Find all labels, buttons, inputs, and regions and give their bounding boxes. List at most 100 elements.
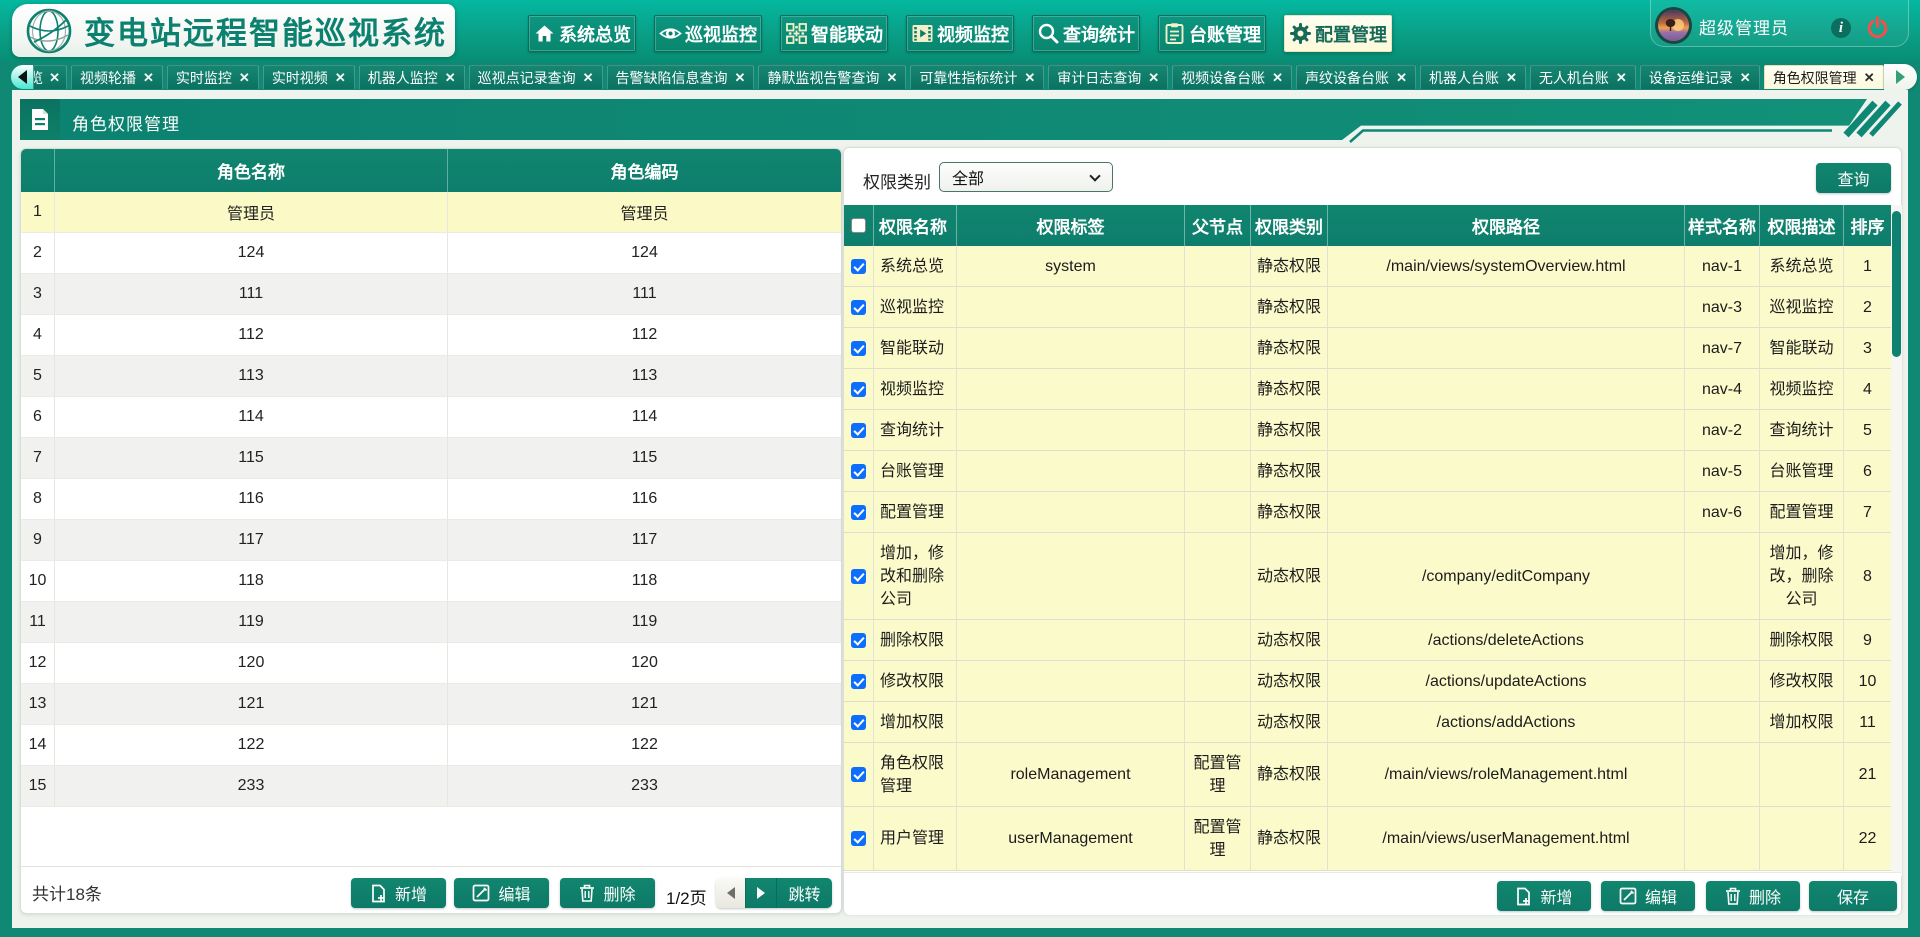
permission-row[interactable]: 角色权限管理 roleManagement 配置管理 静态权限 /main/vi… [844,743,1891,807]
row-checkbox[interactable] [851,259,866,274]
tab-close-icon[interactable]: ✕ [735,71,746,84]
row-checkbox[interactable] [851,767,866,782]
permission-row[interactable]: 智能联动 静态权限 nav-7 智能联动 3 [844,328,1891,369]
role-delete-button[interactable]: 删除 [560,878,655,908]
tab[interactable]: 机器人台账 ✕ [1420,65,1526,89]
tab[interactable]: 实时监控 ✕ [167,65,259,89]
tab[interactable]: 实时视频 ✕ [263,65,355,89]
pager-next-button[interactable] [746,878,777,908]
permission-row[interactable]: 增加权限 动态权限 /actions/addActions 增加权限 11 [844,702,1891,743]
nav-button[interactable]: 系统总览 [528,15,636,52]
row-checkbox[interactable] [851,715,866,730]
role-row[interactable]: 4 112 112 [21,315,841,356]
permission-row[interactable]: 台账管理 静态权限 nav-5 台账管理 6 [844,451,1891,492]
permission-row[interactable]: 修改权限 动态权限 /actions/updateActions 修改权限 10 [844,661,1891,702]
nav-button[interactable]: 台账管理 [1158,15,1266,52]
save-button[interactable]: 保存 [1809,881,1897,911]
search-button[interactable]: 查询 [1816,163,1891,193]
permission-type-select[interactable]: 全部 [939,162,1113,192]
tab[interactable]: 视频设备台账 ✕ [1172,65,1292,89]
tab-close-icon[interactable]: ✕ [445,71,456,84]
row-checkbox[interactable] [851,569,866,584]
role-edit-button[interactable]: 编辑 [454,878,549,908]
tab-close-icon[interactable]: ✕ [1148,71,1159,84]
tab-close-icon[interactable]: ✕ [583,71,594,84]
tab-close-icon[interactable]: ✕ [1272,71,1283,84]
tab-scroll-left-button[interactable] [11,65,33,89]
tab-close-icon[interactable]: ✕ [143,71,154,84]
role-row[interactable]: 7 115 115 [21,438,841,479]
row-checkbox[interactable] [851,505,866,520]
power-icon[interactable] [1866,16,1889,39]
tab-close-icon[interactable]: ✕ [49,71,60,84]
permission-row[interactable]: 查询统计 静态权限 nav-2 查询统计 5 [844,410,1891,451]
tab-scroll-right-button[interactable] [1884,64,1917,90]
permission-row[interactable]: 配置管理 静态权限 nav-6 配置管理 7 [844,492,1891,533]
permission-row[interactable]: 删除权限 动态权限 /actions/deleteActions 删除权限 9 [844,620,1891,661]
row-checkbox[interactable] [851,464,866,479]
tab[interactable]: 巡视点记录查询 ✕ [469,65,603,89]
row-checkbox[interactable] [851,831,866,846]
pager-prev-button[interactable] [716,878,746,908]
nav-button[interactable]: 配置管理 [1284,15,1392,52]
perm-delete-button[interactable]: 删除 [1706,881,1800,911]
tab[interactable]: 审计日志查询 ✕ [1048,65,1168,89]
tab-close-icon[interactable]: ✕ [886,71,897,84]
role-row[interactable]: 12 120 120 [21,643,841,684]
tab[interactable]: 览 ✕ [33,65,67,89]
tab[interactable]: 可靠性指标统计 ✕ [910,65,1044,89]
row-checkbox[interactable] [851,633,866,648]
nav-button[interactable]: 智能联动 [780,15,888,52]
row-checkbox[interactable] [851,423,866,438]
nav-button[interactable]: 巡视监控 [654,15,762,52]
role-row[interactable]: 11 119 119 [21,602,841,643]
role-row[interactable]: 1 管理员 管理员 [21,192,841,233]
role-row[interactable]: 3 111 111 [21,274,841,315]
tab-close-icon[interactable]: ✕ [1864,71,1875,84]
tab-close-icon[interactable]: ✕ [1616,71,1627,84]
role-row[interactable]: 9 117 117 [21,520,841,561]
permission-row[interactable]: 视频监控 静态权限 nav-4 视频监控 4 [844,369,1891,410]
row-checkbox[interactable] [851,341,866,356]
tab[interactable]: 静默监视告警查询 ✕ [758,65,906,89]
role-row[interactable]: 2 124 124 [21,233,841,274]
tab-close-icon[interactable]: ✕ [335,71,346,84]
tab[interactable]: 声纹设备台账 ✕ [1296,65,1416,89]
row-checkbox[interactable] [851,382,866,397]
avatar[interactable] [1658,10,1689,41]
nav-button[interactable]: 视频监控 [906,15,1014,52]
role-row[interactable]: 14 122 122 [21,725,841,766]
row-checkbox[interactable] [851,300,866,315]
info-icon[interactable]: i [1831,18,1851,38]
tab[interactable]: 无人机台账 ✕ [1530,65,1636,89]
tab-close-icon[interactable]: ✕ [1396,71,1407,84]
role-row[interactable]: 6 114 114 [21,397,841,438]
row-checkbox[interactable] [851,674,866,689]
role-add-button[interactable]: 新增 [351,878,446,908]
tab-close-icon[interactable]: ✕ [1740,71,1751,84]
permission-row[interactable]: 系统总览 system 静态权限 /main/views/systemOverv… [844,246,1891,287]
permission-row[interactable]: 用户管理 userManagement 配置管理 静态权限 /main/view… [844,807,1891,871]
role-row[interactable]: 5 113 113 [21,356,841,397]
role-row[interactable]: 13 121 121 [21,684,841,725]
role-row[interactable]: 8 116 116 [21,479,841,520]
tab-close-icon[interactable]: ✕ [1506,71,1517,84]
tab[interactable]: 机器人监控 ✕ [359,65,465,89]
scrollbar-thumb[interactable] [1892,211,1901,357]
pager-jump-button[interactable]: 跳转 [777,878,832,908]
tab[interactable]: 角色权限管理 ✕ [1764,65,1884,89]
nav-button[interactable]: 查询统计 [1032,15,1140,52]
tab[interactable]: 设备运维记录 ✕ [1640,65,1760,89]
tab-close-icon[interactable]: ✕ [1024,71,1035,84]
role-row[interactable]: 15 233 233 [21,766,841,807]
role-row[interactable]: 10 118 118 [21,561,841,602]
perm-edit-button[interactable]: 编辑 [1601,881,1695,911]
permissions-scrollbar[interactable] [1891,205,1902,876]
permission-row[interactable]: 巡视监控 静态权限 nav-3 巡视监控 2 [844,287,1891,328]
tab[interactable]: 告警缺陷信息查询 ✕ [607,65,755,89]
tab-close-icon[interactable]: ✕ [239,71,250,84]
perm-add-button[interactable]: 新增 [1497,881,1591,911]
tab[interactable]: 视频轮播 ✕ [71,65,163,89]
permission-row[interactable]: 增加，修改和删除公司 动态权限 /company/editCompany 增加，… [844,533,1891,620]
select-all-checkbox[interactable] [851,218,866,233]
